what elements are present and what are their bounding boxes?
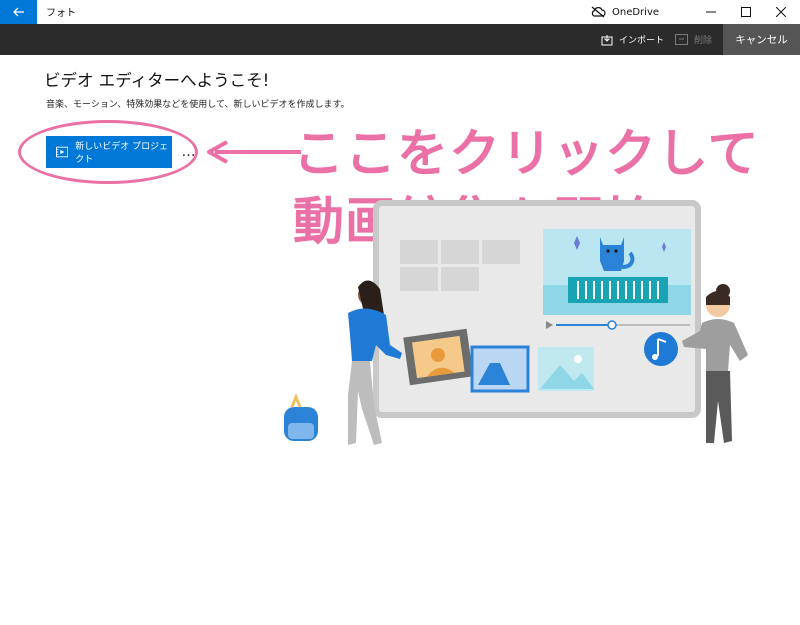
import-label: インポート — [619, 36, 665, 46]
title-bar: フォト OneDrive — [0, 0, 800, 24]
close-icon — [776, 7, 786, 17]
delete-icon — [675, 34, 688, 45]
onedrive-status[interactable]: OneDrive — [590, 3, 659, 21]
minimize-button[interactable] — [694, 0, 728, 24]
page-title: ビデオ エディターへようこそ! — [44, 71, 270, 90]
import-icon — [601, 34, 613, 45]
delete-button[interactable]: 削除 — [675, 24, 712, 55]
back-button[interactable] — [0, 0, 37, 24]
page-description: 音楽、モーション、特殊効果などを使用して、新しいビデオを作成します。 — [46, 100, 350, 110]
annotation-text-line1: ここをクリックして — [293, 125, 760, 184]
app-title: フォト — [46, 8, 76, 19]
delete-label: 削除 — [694, 36, 713, 46]
maximize-button[interactable] — [729, 0, 763, 24]
cloud-off-icon — [591, 6, 606, 18]
close-button[interactable] — [764, 0, 798, 24]
import-button[interactable]: インポート — [601, 24, 664, 55]
command-bar: インポート 削除 キャンセル — [0, 24, 800, 55]
annotation-arrow — [207, 140, 301, 164]
maximize-icon — [741, 7, 751, 17]
arrow-left-icon — [12, 7, 24, 17]
onedrive-label: OneDrive — [612, 6, 660, 18]
video-editor-illustration — [284, 200, 748, 445]
cancel-button[interactable]: キャンセル — [723, 24, 800, 55]
annotation-ellipse — [18, 120, 198, 184]
minimize-icon — [706, 11, 716, 13]
